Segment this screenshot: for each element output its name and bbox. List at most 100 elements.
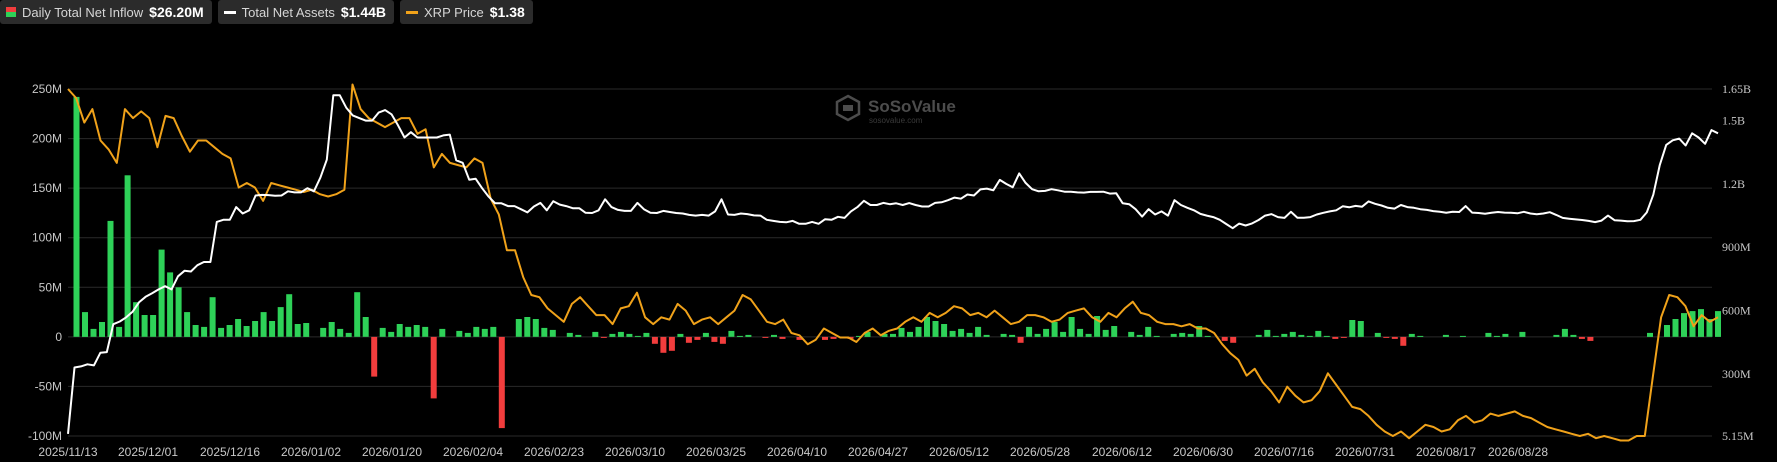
inflow-bar	[1561, 328, 1568, 337]
watermark-site: sosovalue.com	[869, 116, 923, 125]
chart[interactable]: SoSoValue sosovalue.com 250M 200M 150M 100M…	[0, 0, 1777, 462]
inflow-bar	[1051, 322, 1058, 337]
inflow-bar	[1000, 333, 1007, 337]
inflow-bar	[328, 322, 335, 337]
outflow-bar	[371, 336, 378, 377]
inflow-bar	[1681, 313, 1687, 337]
inflow-bar	[541, 327, 548, 337]
inflow-bar	[643, 332, 650, 337]
outflow-bar	[830, 336, 837, 339]
inflow-bar	[958, 328, 965, 337]
inflow-bar	[337, 328, 344, 337]
inflow-bar	[932, 321, 939, 337]
x-axis-tick-label: 2026/06/30	[1173, 445, 1233, 459]
inflow-bar	[634, 335, 641, 337]
inflow-bar	[1179, 332, 1186, 337]
inflow-bar	[303, 323, 310, 337]
inflow-bar	[566, 332, 573, 337]
inflow-bar	[1111, 326, 1118, 337]
outflow-bar	[660, 336, 667, 353]
inflow-bar	[890, 333, 896, 337]
inflow-bar	[745, 334, 752, 337]
outflow-bar	[430, 336, 437, 399]
left-axis-tick-label: 250M	[32, 82, 62, 96]
inflow-bar	[1349, 320, 1356, 337]
outflow-bar	[1400, 336, 1407, 346]
inflow-bar	[175, 287, 182, 337]
left-axis-tick-label: 0	[55, 330, 62, 344]
inflow-bar	[677, 333, 684, 337]
x-axis-tick-label: 2026/08/17	[1416, 445, 1476, 459]
inflow-bar	[362, 317, 369, 337]
xrp-price-line	[67, 83, 1719, 442]
inflow-bar	[1255, 334, 1262, 337]
inflow-bar	[269, 321, 276, 337]
inflow-bars	[73, 96, 1721, 429]
outflow-bar	[779, 336, 786, 339]
outflow-bar	[685, 336, 692, 343]
inflow-bar	[532, 319, 539, 337]
inflow-bar	[294, 324, 301, 337]
outflow-bar	[719, 336, 726, 344]
outflow-bar	[822, 336, 828, 340]
inflow-bar	[1698, 309, 1704, 337]
right-axis-tick-label: 1.2B	[1722, 177, 1745, 191]
inflow-bar	[907, 331, 913, 337]
inflow-bar	[1085, 333, 1092, 337]
inflow-bar	[1442, 334, 1449, 337]
right-axis-tick-label: 900M	[1722, 240, 1751, 254]
x-axis-tick-label: 2026/03/10	[605, 445, 665, 459]
inflow-bar	[771, 334, 777, 337]
x-axis-tick-label: 2026/06/12	[1092, 445, 1152, 459]
x-axis-labels: 2025/11/13 2025/12/01 2025/12/16 2026/01/02…	[38, 445, 1548, 459]
inflow-bar	[1009, 334, 1016, 337]
inflow-bar	[609, 333, 616, 337]
x-axis-tick-label: 2026/08/28	[1488, 445, 1548, 459]
inflow-bar	[1187, 333, 1194, 337]
inflow-bar	[90, 328, 97, 337]
outflow-bar	[651, 336, 658, 344]
left-axis-tick-label: 100M	[32, 231, 62, 245]
inflow-bar	[1204, 335, 1211, 337]
x-axis-tick-label: 2026/07/16	[1254, 445, 1314, 459]
outflow-bar	[762, 336, 769, 338]
inflow-bar	[966, 332, 973, 337]
inflow-bar	[592, 331, 599, 337]
outflow-bar	[1383, 336, 1390, 338]
inflow-bar	[1272, 335, 1279, 337]
inflow-bar	[235, 319, 242, 337]
left-axis-tick-label: -50M	[35, 379, 62, 393]
inflow-bar	[1672, 319, 1679, 337]
outflow-bar	[668, 336, 675, 351]
inflow-bar	[941, 324, 948, 337]
x-axis-tick-label: 2026/01/02	[281, 445, 341, 459]
inflow-bar	[575, 334, 582, 337]
inflow-bar	[1043, 328, 1050, 337]
inflow-bar	[1170, 333, 1177, 337]
inflow-bar	[1417, 335, 1424, 337]
outflow-bar	[711, 336, 718, 342]
inflow-bar	[99, 322, 105, 337]
inflow-bar	[396, 324, 403, 337]
inflow-bar	[252, 321, 259, 337]
inflow-bar	[1060, 331, 1067, 337]
inflow-bar	[1357, 321, 1364, 337]
x-axis-tick-label: 2026/05/12	[929, 445, 989, 459]
inflow-bar	[218, 327, 225, 337]
x-axis-tick-label: 2026/02/04	[443, 445, 503, 459]
inflow-bar	[158, 249, 165, 337]
x-axis-tick-label: 2026/03/25	[686, 445, 746, 459]
inflow-bar	[728, 330, 735, 337]
x-axis-tick-label: 2026/05/28	[1010, 445, 1070, 459]
inflow-bar	[422, 326, 429, 337]
inflow-bar	[1502, 333, 1509, 337]
inflow-bar	[1077, 328, 1084, 337]
inflow-bar	[226, 325, 233, 337]
inflow-bar	[1570, 334, 1577, 337]
right-axis-tick-label: 5.15M	[1722, 429, 1754, 443]
inflow-bar	[515, 319, 522, 337]
x-axis-tick-label: 2026/04/10	[767, 445, 827, 459]
inflow-bar	[702, 332, 709, 337]
inflow-bar	[617, 331, 624, 337]
outflow-bar	[1578, 336, 1585, 339]
